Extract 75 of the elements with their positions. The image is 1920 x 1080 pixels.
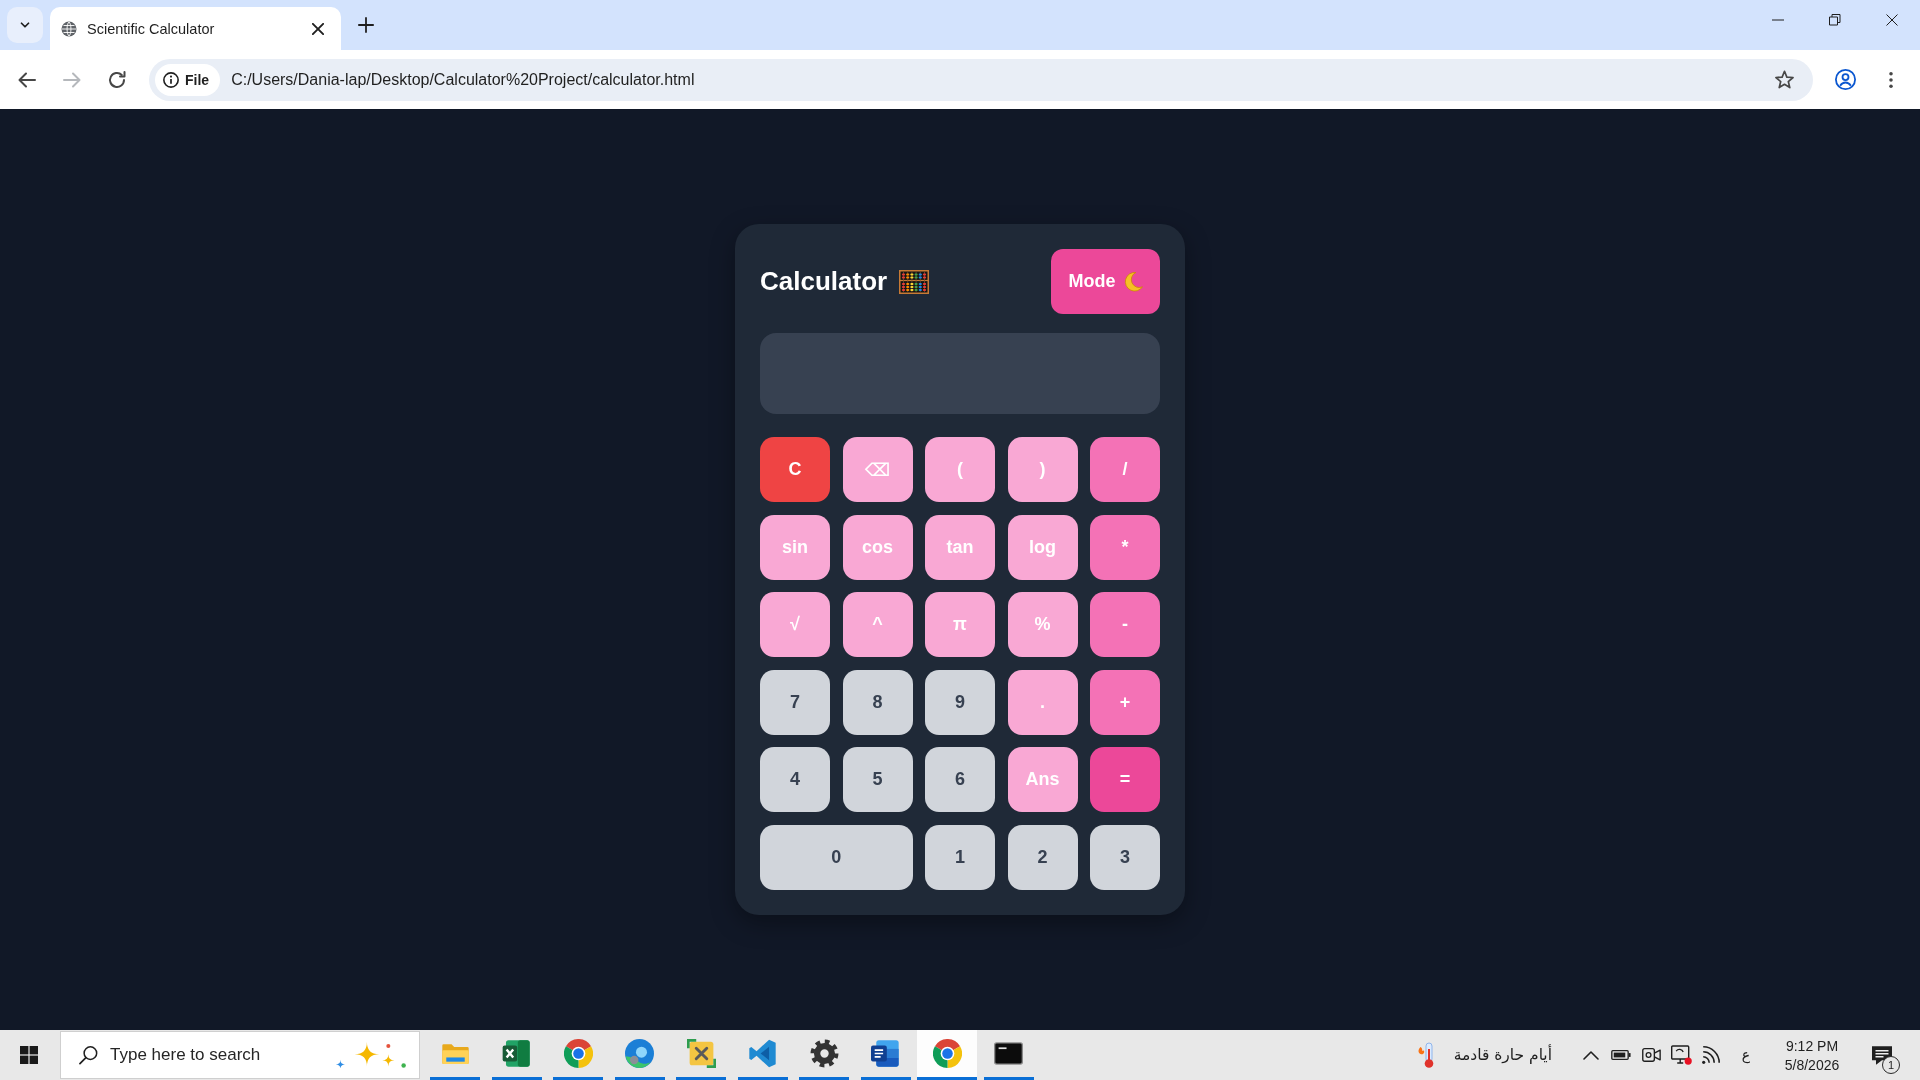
wifi-icon[interactable] <box>1702 1046 1720 1064</box>
digit-key[interactable]: 8 <box>842 669 913 735</box>
function-key[interactable]: √ <box>760 592 830 658</box>
function-key[interactable]: ( <box>925 437 995 503</box>
globe-icon <box>61 20 77 37</box>
function-key[interactable]: sin <box>760 514 830 580</box>
clock-date: 5/8/2026 <box>1784 1056 1840 1073</box>
operator-key[interactable]: / <box>1090 437 1160 503</box>
digit-key[interactable]: 3 <box>1090 824 1160 890</box>
operator-key[interactable]: * <box>1090 514 1160 580</box>
info-icon <box>163 71 179 88</box>
url-text: C:/Users/Dania-lap/Desktop/Calculator%20Project/calculator.html <box>231 70 695 89</box>
restore-icon <box>1828 14 1841 26</box>
notification-button[interactable]: 1 <box>1860 1033 1904 1077</box>
function-key[interactable]: % <box>1007 592 1078 658</box>
input-language-button[interactable]: ع <box>1730 1035 1762 1075</box>
document-icon <box>871 1039 900 1068</box>
sparkle-icon <box>335 1042 407 1068</box>
calculator-title: Calculator <box>760 266 888 298</box>
back-arrow-icon <box>18 70 36 89</box>
clock-time: 9:12 PM <box>1785 1037 1839 1054</box>
function-key[interactable]: log <box>1007 514 1078 580</box>
browser-tab[interactable]: Scientific Calculator <box>50 7 341 50</box>
digit-key[interactable]: 4 <box>760 747 830 813</box>
site-info-button[interactable]: File <box>155 63 221 96</box>
kebab-menu-icon <box>1889 71 1893 88</box>
battery-icon[interactable] <box>1611 1050 1631 1060</box>
forward-arrow-icon <box>63 70 81 89</box>
digit-key[interactable]: 0 <box>760 824 913 890</box>
equals-key[interactable]: = <box>1090 747 1160 813</box>
swirl-icon <box>625 1039 654 1068</box>
camera-icon[interactable] <box>1641 1048 1661 1062</box>
reload-icon <box>108 70 126 89</box>
weather-button[interactable]: أيام حارة قادمة <box>1408 1033 1560 1077</box>
spreadsheet-icon <box>502 1039 531 1068</box>
tricolor-ring-icon <box>932 1039 962 1068</box>
function-key[interactable]: cos <box>842 514 913 580</box>
close-icon <box>312 22 324 35</box>
function-key[interactable]: ^ <box>842 592 913 658</box>
operator-key[interactable]: + <box>1090 669 1160 735</box>
abacus-icon <box>899 269 930 294</box>
tricolor-ring-icon <box>563 1039 593 1068</box>
search-icon <box>79 1045 98 1065</box>
minimize-icon <box>1771 19 1784 21</box>
address-bar[interactable]: File C:/Users/Dania-lap/Desktop/Calculator%20Project/calculator.html <box>149 58 1813 101</box>
notification-badge: 1 <box>1882 1056 1900 1074</box>
moon-icon <box>1122 271 1143 292</box>
terminal-icon <box>994 1039 1023 1068</box>
mode-button[interactable]: Mode <box>1051 249 1160 315</box>
tools-icon <box>686 1039 716 1068</box>
digit-key[interactable]: 6 <box>925 747 995 813</box>
digit-key[interactable]: 1 <box>925 824 995 890</box>
function-key[interactable]: Ans <box>1007 747 1078 813</box>
ribbon-icon <box>748 1039 777 1068</box>
function-key[interactable]: ) <box>1007 437 1078 503</box>
digit-key[interactable]: 9 <box>925 669 995 735</box>
function-key[interactable]: . <box>1007 669 1078 735</box>
star-icon <box>1774 70 1794 89</box>
function-key[interactable]: ⌫ <box>842 437 913 503</box>
show-hidden-icons-icon[interactable] <box>1583 1050 1599 1060</box>
close-icon <box>1885 14 1898 26</box>
operator-key[interactable]: - <box>1090 592 1160 658</box>
search-input[interactable]: Type here to search <box>110 1040 327 1070</box>
clear-key[interactable]: C <box>760 437 830 503</box>
windows-logo-icon <box>20 1046 38 1064</box>
function-key[interactable]: tan <box>925 514 995 580</box>
digit-key[interactable]: 7 <box>760 669 830 735</box>
profile-icon <box>1834 69 1856 90</box>
monitor-icon[interactable] <box>1670 1045 1692 1065</box>
plus-icon <box>358 17 374 33</box>
gear-icon <box>809 1039 839 1068</box>
digit-key[interactable]: 5 <box>842 747 913 813</box>
search-box[interactable]: Type here to search <box>60 1031 420 1079</box>
function-key[interactable]: π <box>925 592 995 658</box>
digit-key[interactable]: 2 <box>1007 824 1078 890</box>
